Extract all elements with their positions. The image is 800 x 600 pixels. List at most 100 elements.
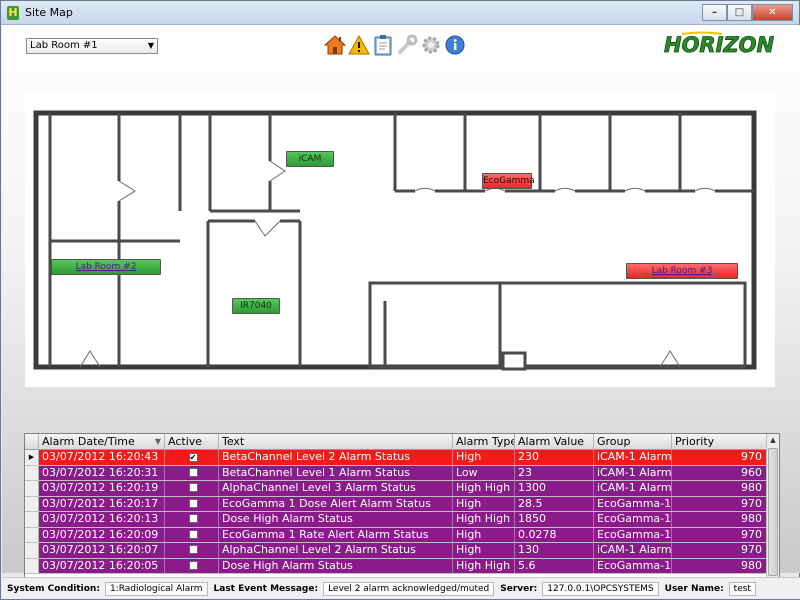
active-checkbox[interactable]: [188, 560, 198, 570]
zone-lab-room-3-link[interactable]: Lab Room #3: [652, 266, 713, 276]
cell-active[interactable]: ✔: [165, 450, 219, 465]
zone-icam[interactable]: iCAM: [286, 151, 334, 167]
cell-group: EcoGamma-1.: [594, 527, 672, 542]
zone-ir7040[interactable]: IR7040: [232, 298, 280, 314]
room-selector[interactable]: Lab Room #1 ▼: [26, 38, 158, 54]
table-row[interactable]: ▶ 03/07/2012 16:20:43 ✔ BetaChannel Level 2…: [25, 450, 767, 466]
scroll-thumb[interactable]: [768, 448, 778, 576]
close-button[interactable]: ✕: [752, 4, 793, 21]
col-header-alarm-value[interactable]: Alarm Value: [515, 434, 594, 450]
alarm-grid-header: Alarm Date/Time ▼ Active Text Alarm Type…: [25, 434, 767, 450]
col-header-active[interactable]: Active: [165, 434, 219, 450]
cell-priority: 970: [672, 527, 767, 542]
cell-value: 230: [515, 450, 594, 465]
row-selector[interactable]: [25, 496, 39, 511]
system-condition-value: 1:Radiological Alarm: [104, 581, 208, 596]
zone-lab-room-2[interactable]: Lab Room #2: [51, 259, 161, 275]
cell-priority: 970: [672, 543, 767, 558]
cell-type: High High: [453, 481, 515, 496]
col-header-priority[interactable]: Priority: [672, 434, 767, 450]
active-checkbox[interactable]: [188, 498, 198, 508]
logo-text: HORIZON: [664, 33, 774, 57]
row-selector[interactable]: [25, 465, 39, 480]
active-checkbox[interactable]: [188, 545, 198, 554]
active-checkbox[interactable]: [188, 529, 198, 539]
cell-type: High High: [453, 558, 515, 573]
cell-group: iCAM-1 Alarms: [594, 450, 672, 465]
row-selector[interactable]: [25, 558, 39, 573]
row-selector[interactable]: ▶: [25, 450, 39, 465]
wrench-icon[interactable]: [396, 33, 418, 57]
table-row[interactable]: 03/07/2012 16:20:19 AlphaChannel Level 3 …: [25, 481, 767, 497]
room-selector-value: Lab Room #1: [30, 40, 98, 51]
window-controls: – □ ✕: [702, 4, 793, 21]
cell-value: 0.0278: [515, 527, 594, 542]
row-selector[interactable]: [25, 527, 39, 542]
last-event-label: Last Event Message:: [213, 583, 319, 594]
cell-active[interactable]: [165, 527, 219, 542]
cell-priority: 980: [672, 512, 767, 527]
maximize-button[interactable]: □: [727, 4, 752, 21]
minimize-button[interactable]: –: [702, 4, 727, 21]
warning-icon[interactable]: [348, 33, 370, 57]
cell-value: 1300: [515, 481, 594, 496]
cell-priority: 980: [672, 481, 767, 496]
row-selector[interactable]: [25, 481, 39, 496]
status-bar: System Condition: 1:Radiological Alarm L…: [2, 577, 800, 599]
cell-active[interactable]: [165, 465, 219, 480]
cell-type: Low: [453, 465, 515, 480]
cell-text: EcoGamma 1 Dose Alert Alarm Status: [219, 496, 453, 511]
cell-group: EcoGamma-1.: [594, 496, 672, 511]
cell-datetime: 03/07/2012 16:20:43: [39, 450, 165, 465]
zone-lab-room-3[interactable]: Lab Room #3: [626, 263, 738, 279]
active-checkbox[interactable]: [188, 483, 198, 492]
table-row[interactable]: 03/07/2012 16:20:07 AlphaChannel Level 2 …: [25, 543, 767, 559]
info-icon[interactable]: [444, 33, 466, 57]
zone-lab-room-2-link[interactable]: Lab Room #2: [76, 262, 137, 272]
col-header-datetime[interactable]: Alarm Date/Time ▼: [39, 434, 165, 450]
cell-active[interactable]: [165, 481, 219, 496]
table-row[interactable]: 03/07/2012 16:20:17 EcoGamma 1 Dose Alert…: [25, 496, 767, 512]
gear-icon[interactable]: [420, 33, 442, 57]
col-header-alarm-type[interactable]: Alarm Type: [453, 434, 515, 450]
toolbar: [324, 33, 466, 57]
row-selector[interactable]: [25, 512, 39, 527]
table-row[interactable]: 03/07/2012 16:20:05 Dose High Alarm Statu…: [25, 558, 767, 574]
cell-datetime: 03/07/2012 16:20:09: [39, 527, 165, 542]
dropdown-arrow-icon: ▼: [147, 41, 154, 50]
scroll-up-icon[interactable]: ▲: [767, 434, 779, 446]
cell-priority: 960: [672, 465, 767, 480]
home-icon[interactable]: [324, 33, 346, 57]
col-header-group[interactable]: Group: [594, 434, 672, 450]
site-map-window: H Site Map – □ ✕ Lab Room #1 ▼ HORIZON i…: [0, 0, 800, 600]
cell-active[interactable]: [165, 558, 219, 573]
cell-group: iCAM-1 Alarms: [594, 543, 672, 558]
user-name-label: User Name:: [664, 583, 724, 594]
cell-text: BetaChannel Level 2 Alarm Status: [219, 450, 453, 465]
cell-value: 5.6: [515, 558, 594, 573]
active-checkbox[interactable]: [188, 514, 198, 523]
table-row[interactable]: 03/07/2012 16:20:13 Dose High Alarm Statu…: [25, 512, 767, 528]
cell-active[interactable]: [165, 543, 219, 558]
zone-ecogamma[interactable]: EcoGamma: [482, 173, 535, 189]
title-bar[interactable]: H Site Map – □ ✕: [1, 1, 799, 25]
sort-arrow-icon: ▼: [154, 437, 161, 446]
user-name-value: test: [728, 581, 756, 596]
cell-datetime: 03/07/2012 16:20:17: [39, 496, 165, 511]
cell-text: EcoGamma 1 Rate Alert Alarm Status: [219, 527, 453, 542]
zone-icam-label: iCAM: [298, 154, 322, 164]
row-selector[interactable]: [25, 543, 39, 558]
cell-value: 23: [515, 465, 594, 480]
active-checkbox[interactable]: [188, 467, 198, 477]
cell-datetime: 03/07/2012 16:20:19: [39, 481, 165, 496]
window-title: Site Map: [25, 6, 73, 19]
col-header-text[interactable]: Text: [219, 434, 453, 450]
cell-active[interactable]: [165, 496, 219, 511]
active-checkbox[interactable]: ✔: [188, 453, 198, 462]
clipboard-icon[interactable]: [372, 33, 394, 57]
table-row[interactable]: 03/07/2012 16:20:09 EcoGamma 1 Rate Alert…: [25, 527, 767, 543]
cell-active[interactable]: [165, 512, 219, 527]
vertical-scrollbar[interactable]: ▲ ▼: [766, 434, 779, 590]
table-row[interactable]: 03/07/2012 16:20:31 BetaChannel Level 1 A…: [25, 465, 767, 481]
zone-ir7040-label: IR7040: [240, 301, 272, 311]
